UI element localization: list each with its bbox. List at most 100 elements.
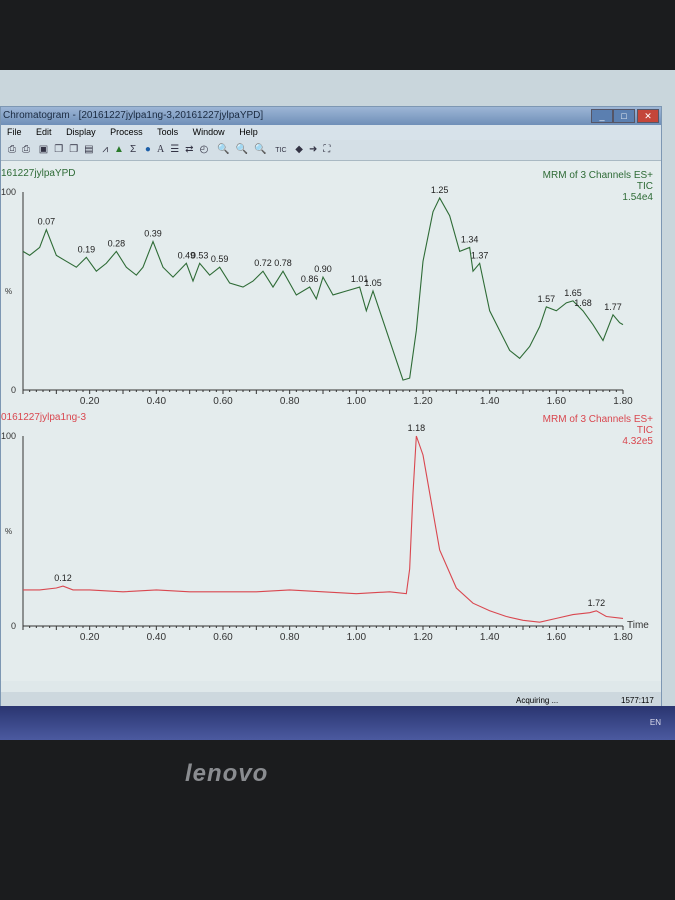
chromatogram-plots: 161227jylpaYPD MRM of 3 Channels ES+TIC1.…: [1, 168, 653, 643]
x-tick-label: 1.40: [480, 396, 500, 407]
x-tick-label: 1.00: [347, 396, 367, 407]
peak-label: 1.65: [564, 288, 582, 298]
trace-header: TIC: [637, 425, 653, 436]
copy-icon[interactable]: ❐: [54, 140, 63, 160]
menu-bar: File Edit Display Process Tools Window H…: [1, 125, 661, 140]
x-tick-label: 1.20: [413, 632, 433, 643]
chromatogram-window: Chromatogram - [20161227jylpa1ng-3,20161…: [0, 106, 662, 718]
menu-process[interactable]: Process: [110, 127, 143, 137]
list-icon[interactable]: ☰: [170, 140, 179, 160]
paste-icon[interactable]: ▤: [84, 140, 93, 160]
menu-help[interactable]: Help: [239, 127, 258, 137]
zoom-reset-icon[interactable]: 🔍: [254, 140, 266, 160]
menu-window[interactable]: Window: [193, 127, 225, 137]
x-tick-label: 0.20: [80, 396, 100, 407]
peak-label: 0.28: [108, 238, 126, 248]
y-tick-label: 100: [1, 431, 16, 441]
y-tick-label: 100: [1, 187, 16, 197]
peak-label: 1.25: [431, 185, 449, 195]
x-tick-label: 0.40: [147, 632, 167, 643]
peak-label: 0.07: [38, 217, 56, 227]
x-axis-label: Time: [627, 620, 649, 631]
menu-display[interactable]: Display: [66, 127, 96, 137]
trace-header: MRM of 3 Channels ES+: [543, 170, 653, 181]
toolbar: ⎙ ⎙ ▣ ❐ ❐ ▤ ⩘ ▲ Σ ● A ☰ ⇄ ◴ 🔍 🔍 🔍 TIC ◆ ➜ ⛶: [1, 140, 661, 161]
peak-label: 1.18: [408, 423, 426, 433]
x-tick-label: 1.80: [613, 632, 633, 643]
y-tick-label: 0: [11, 385, 16, 395]
arrow-right-icon[interactable]: ➜: [309, 140, 317, 160]
title-bar: Chromatogram - [20161227jylpa1ng-3,20161…: [1, 107, 661, 125]
x-tick-label: 0.60: [213, 632, 233, 643]
chromatogram-icon[interactable]: ⩘: [102, 140, 108, 160]
trace-header: 1.54e4: [622, 192, 653, 203]
series-line: [22, 196, 624, 381]
menu-file[interactable]: File: [7, 127, 22, 137]
trace-name: 0161227jylpa1ng-3: [1, 412, 87, 423]
camera-icon[interactable]: ▣: [39, 140, 48, 160]
tic-button[interactable]: TIC: [275, 141, 286, 160]
maximize-button[interactable]: □: [613, 109, 635, 123]
x-tick-label: 1.60: [547, 396, 567, 407]
peaks-icon[interactable]: ▲: [114, 140, 124, 160]
brand-logo: lenovo: [185, 760, 269, 787]
trace-name: 161227jylpaYPD: [1, 168, 76, 179]
x-tick-label: 1.60: [547, 632, 567, 643]
y-axis-label: %: [5, 287, 12, 296]
monitor-screen: Chromatogram - [20161227jylpa1ng-3,20161…: [0, 70, 675, 740]
zoom-out-icon[interactable]: 🔍: [236, 140, 248, 160]
integrate-icon[interactable]: Σ: [130, 140, 136, 160]
language-indicator[interactable]: EN: [650, 718, 661, 727]
series-line: [23, 435, 624, 623]
trace-header: MRM of 3 Channels ES+: [543, 414, 653, 425]
text-icon[interactable]: A: [157, 140, 164, 160]
taskbar: EN: [0, 706, 675, 740]
x-tick-label: 0.80: [280, 632, 300, 643]
copy-list-icon[interactable]: ❐: [69, 140, 78, 160]
trace-header: 4.32e5: [622, 436, 653, 447]
x-tick-label: 1.80: [613, 396, 633, 407]
peak-label: 1.05: [364, 278, 382, 288]
peak-label: 0.12: [54, 573, 72, 583]
peak-label: 0.59: [211, 254, 229, 264]
x-tick-label: 1.20: [413, 396, 433, 407]
arrow-left-icon[interactable]: ◆: [295, 140, 303, 160]
plot-area: 161227jylpaYPD MRM of 3 Channels ES+ TIC 1.…: [1, 161, 661, 681]
x-tick-label: 1.40: [480, 632, 500, 643]
x-tick-label: 0.60: [213, 396, 233, 407]
close-button[interactable]: ✕: [637, 109, 659, 123]
minimize-button[interactable]: _: [591, 109, 613, 123]
peak-label: 1.72: [588, 598, 606, 608]
print-icon[interactable]: ⎙: [8, 140, 16, 160]
status-text: Acquiring ...: [516, 696, 559, 705]
globe-icon[interactable]: ●: [145, 140, 151, 160]
menu-tools[interactable]: Tools: [157, 127, 178, 137]
peak-label: 0.78: [274, 258, 292, 268]
status-coords: 1577:117: [621, 696, 654, 705]
zoom-in-icon[interactable]: 🔍: [217, 140, 229, 160]
peak-label: 1.68: [574, 298, 592, 308]
x-tick-label: 1.00: [347, 632, 367, 643]
window-title: Chromatogram - [20161227jylpa1ng-3,20161…: [3, 110, 264, 121]
peak-label: 0.90: [314, 264, 332, 274]
peak-label: 1.57: [538, 294, 556, 304]
peak-label: 0.86: [301, 274, 319, 284]
y-axis-label: %: [5, 527, 12, 536]
x-tick-label: 0.80: [280, 396, 300, 407]
peak-label: 0.19: [78, 244, 96, 254]
x-tick-label: 0.40: [147, 396, 167, 407]
timer-icon[interactable]: ◴: [200, 140, 209, 160]
compare-icon[interactable]: ⇄: [185, 140, 193, 160]
x-tick-label: 0.20: [80, 632, 100, 643]
peak-label: 0.53: [191, 250, 209, 260]
fit-icon[interactable]: ⛶: [323, 140, 330, 160]
menu-edit[interactable]: Edit: [36, 127, 52, 137]
peak-label: 0.39: [144, 229, 162, 239]
peak-label: 0.72: [254, 258, 272, 268]
peak-label: 1.34: [461, 234, 479, 244]
y-tick-label: 0: [11, 621, 16, 631]
trace-header: TIC: [637, 181, 653, 192]
peak-label: 1.77: [604, 302, 622, 312]
peak-label: 1.37: [471, 250, 489, 260]
print-preview-icon[interactable]: ⎙: [22, 140, 30, 160]
